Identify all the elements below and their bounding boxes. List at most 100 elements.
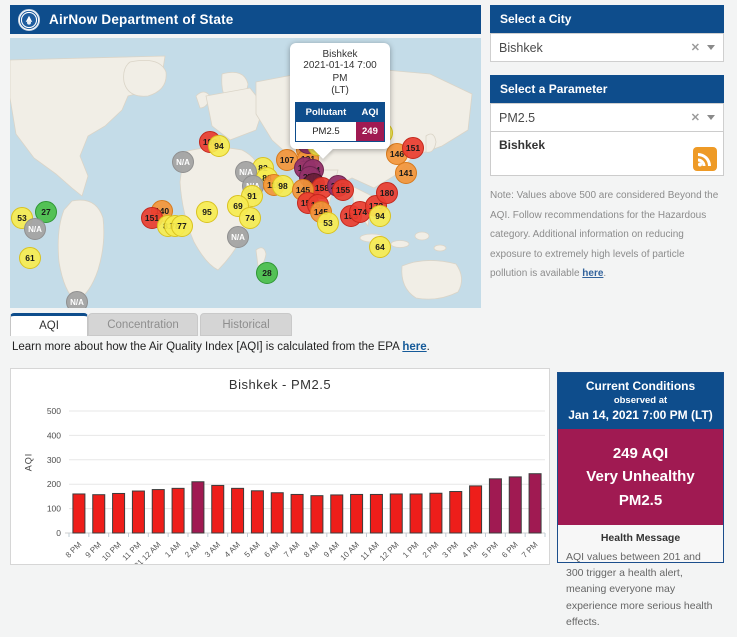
parameter-select[interactable]: PM2.5 ✕	[490, 103, 724, 132]
learn-more-body: Learn more about how the Air Quality Ind…	[12, 341, 403, 353]
x-tick-label: 6 PM	[500, 540, 520, 560]
x-tick-label: 2 PM	[421, 540, 441, 560]
popup-aqi-value: 249	[355, 121, 385, 141]
learn-more-link[interactable]: here	[402, 341, 426, 353]
cc-health-message: Health Message AQI values between 201 an…	[558, 525, 723, 637]
cc-title: Current Conditions	[585, 379, 696, 393]
aqi-bar[interactable]	[231, 487, 245, 534]
y-tick-label: 100	[47, 504, 61, 514]
x-tick-label: 7 AM	[282, 540, 301, 559]
aqi-marker[interactable]: 53	[317, 212, 339, 234]
aqi-marker[interactable]: 151	[402, 137, 424, 159]
aqi-bar[interactable]	[250, 490, 264, 534]
note-body: Note: Values above 500 are considered Be…	[490, 190, 719, 279]
aqi-marker[interactable]: 98	[272, 175, 294, 197]
aqi-marker[interactable]: 28	[256, 262, 278, 284]
aqi-marker[interactable]: N/A	[227, 226, 249, 248]
aqi-bar[interactable]	[449, 491, 463, 534]
parameter-clear-icon[interactable]: ✕	[684, 111, 707, 124]
aqi-bar[interactable]	[429, 492, 443, 534]
cc-datetime: Jan 14, 2021 7:00 PM (LT)	[568, 408, 713, 422]
tab-concentration-label: Concentration	[107, 318, 179, 331]
city-clear-icon[interactable]: ✕	[684, 41, 707, 54]
x-tick-label: 10 PM	[100, 540, 123, 563]
y-tick-label: 0	[56, 528, 61, 538]
aqi-marker[interactable]: 141	[395, 162, 417, 184]
tab-concentration[interactable]: Concentration	[88, 313, 198, 336]
aqi-bar[interactable]	[92, 494, 106, 534]
popup-pollutant: PM2.5	[312, 125, 340, 137]
city-dropdown-caret-icon[interactable]	[707, 45, 715, 50]
aqi-marker[interactable]: N/A	[172, 151, 194, 173]
y-tick-label: 400	[47, 430, 61, 440]
aqi-marker[interactable]: 94	[369, 205, 391, 227]
aqi-bar[interactable]	[369, 493, 383, 534]
city-select[interactable]: Bishkek ✕	[490, 33, 724, 62]
x-tick-label: 12 PM	[378, 540, 401, 563]
aqi-marker[interactable]: 155	[332, 179, 354, 201]
aqi-marker[interactable]: N/A	[66, 291, 88, 308]
aqi-bar[interactable]	[310, 495, 324, 534]
city-select-value: Bishkek	[499, 40, 543, 55]
aqi-bar[interactable]	[528, 473, 542, 534]
tab-aqi[interactable]: AQI	[10, 313, 88, 336]
aqi-bar[interactable]	[151, 489, 165, 534]
aqi-marker[interactable]: N/A	[24, 218, 46, 240]
learn-more-text: Learn more about how the Air Quality Ind…	[12, 341, 430, 353]
app-title: AirNow Department of State	[49, 12, 234, 27]
aqi-marker[interactable]: 74	[239, 207, 261, 229]
aqi-bar[interactable]	[112, 492, 126, 534]
aqi-bar[interactable]	[389, 493, 403, 534]
current-conditions-header: Current Conditions observed at Jan 14, 2…	[558, 373, 723, 429]
x-tick-label: 3 PM	[441, 540, 461, 560]
feed-city-label: Bishkek	[499, 138, 546, 152]
aqi-bar[interactable]	[72, 493, 86, 534]
popup-col-aqi: AQI	[355, 102, 385, 122]
aqi-marker[interactable]: 64	[369, 236, 391, 258]
note-here-link[interactable]: here	[582, 268, 603, 279]
cc-aqi-block: 249 AQI Very Unhealthy PM2.5	[558, 429, 723, 525]
popup-city: Bishkek	[322, 49, 358, 60]
aqi-marker[interactable]: 94	[208, 135, 230, 157]
tab-historical[interactable]: Historical	[200, 313, 292, 336]
aqi-bar[interactable]	[488, 478, 502, 534]
x-tick-label: 4 PM	[460, 540, 480, 560]
aqi-bar-chart: 01002003004005008 PM 9 PM10 PM11 PM1/14/2…	[47, 406, 546, 564]
parameter-dropdown-caret-icon[interactable]	[707, 115, 715, 120]
aqi-marker[interactable]: 180	[376, 182, 398, 204]
x-tick-label: 7 PM	[520, 540, 540, 560]
parameter-select-value: PM2.5	[499, 110, 536, 125]
aqi-marker[interactable]: 95	[196, 201, 218, 223]
aqi-bar[interactable]	[290, 493, 304, 534]
cc-aqi-value: 249 AQI	[612, 445, 669, 462]
y-tick-label: 500	[47, 406, 61, 416]
aqi-marker[interactable]: 61	[19, 247, 41, 269]
aqi-bar[interactable]	[171, 487, 185, 534]
popup-col-pollutant: Pollutant	[295, 102, 356, 122]
cc-pollutant: PM2.5	[618, 491, 663, 509]
aqi-bar[interactable]	[350, 493, 364, 534]
popup-timezone: (LT)	[331, 85, 349, 96]
x-tick-label: 8 AM	[302, 540, 321, 559]
x-tick-label: 3 AM	[203, 540, 222, 559]
x-tick-label: 5 AM	[243, 540, 262, 559]
aqi-bar[interactable]	[131, 490, 145, 534]
aqi-bar[interactable]	[508, 476, 522, 534]
rss-icon[interactable]	[693, 147, 717, 171]
aqi-bar[interactable]	[191, 481, 205, 534]
select-city-header: Select a City	[490, 5, 724, 33]
aqi-marker[interactable]: 77	[171, 215, 193, 237]
world-map[interactable]: 5327N/A61N/AN/A1899414015181787795N/A82N…	[10, 38, 481, 308]
aqi-bar[interactable]	[469, 485, 483, 534]
dos-seal-icon	[18, 8, 40, 31]
x-tick-label: 1 PM	[401, 540, 421, 560]
popup-datetime: 2021-01-14 7:00 PM	[303, 60, 377, 84]
aqi-bar[interactable]	[211, 484, 225, 534]
map-popup: Bishkek 2021-01-14 7:00 PM (LT) Pollutan…	[290, 43, 390, 149]
x-tick-label: 4 AM	[223, 540, 242, 559]
cc-health-text: AQI values between 201 and 300 trigger a…	[566, 550, 713, 628]
aqi-bar[interactable]	[270, 492, 284, 534]
x-tick-label: 11 AM	[359, 540, 381, 562]
aqi-bar[interactable]	[330, 494, 344, 534]
aqi-bar[interactable]	[409, 493, 423, 534]
